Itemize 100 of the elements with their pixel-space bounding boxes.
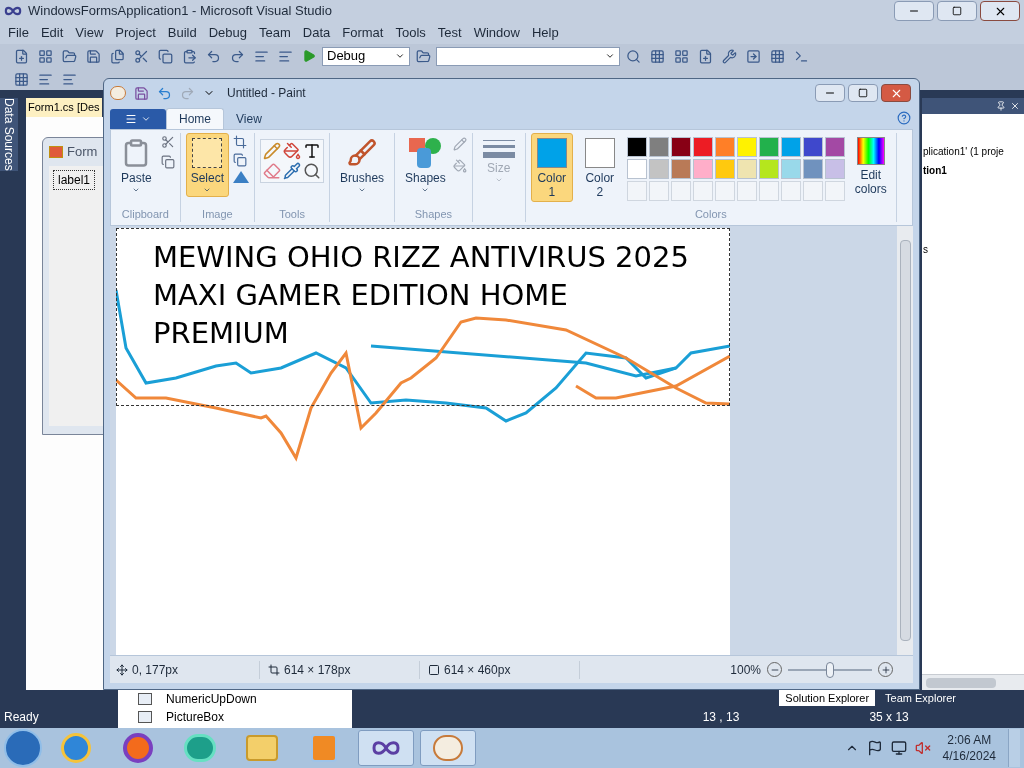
panel-tab[interactable]: Solution Explorer: [779, 690, 876, 706]
color-slot-button[interactable]: Color 2: [578, 133, 621, 202]
fill-bucket-icon: [283, 142, 302, 160]
tree-item: s: [923, 243, 929, 257]
palette-swatch[interactable]: [736, 159, 757, 179]
zoom-level: 100%: [730, 661, 761, 679]
close-button[interactable]: [980, 1, 1020, 21]
shapes-button[interactable]: Shapes: [400, 133, 451, 197]
control-icon: [138, 693, 152, 705]
palette-swatch[interactable]: [714, 137, 735, 157]
tree-item: tion1: [923, 164, 948, 178]
palette-swatch[interactable]: [758, 137, 779, 157]
menu-item[interactable]: Edit: [34, 23, 70, 43]
magnifier-icon: [303, 162, 322, 180]
palette-swatch[interactable]: [802, 159, 823, 179]
panel-tab[interactable]: Team Explorer: [879, 690, 962, 706]
shapes-icon: [409, 138, 442, 168]
menu-item[interactable]: Test: [431, 23, 468, 43]
configuration-dropdown[interactable]: Debug: [322, 46, 410, 66]
taskbar-app-button[interactable]: [358, 730, 414, 766]
palette-swatch[interactable]: [648, 137, 669, 157]
canvas-text: MEWING OHIO RIZZ ANTIVIRUS 2025: [153, 239, 689, 276]
menu-icon: [125, 113, 137, 125]
maximize-button[interactable]: [937, 1, 977, 21]
start-button[interactable]: [4, 729, 42, 767]
pin-icon: [996, 101, 1006, 111]
app-menu-button[interactable]: [110, 109, 166, 129]
menu-item[interactable]: View: [69, 23, 110, 43]
copy-icon: [160, 155, 175, 169]
side-tab[interactable]: Data Sources: [0, 98, 18, 171]
form-icon: [49, 146, 63, 158]
palette-swatch[interactable]: [670, 159, 691, 179]
palette-swatch[interactable]: [692, 159, 713, 179]
window-title: Untitled - Paint: [227, 85, 306, 102]
menu-item[interactable]: File: [2, 23, 35, 43]
clipboard-button[interactable]: Paste: [116, 133, 157, 197]
minimize-button[interactable]: [815, 84, 845, 102]
maximize-icon: [858, 88, 868, 98]
menu-item[interactable]: Team: [253, 23, 297, 43]
network-icon: [890, 740, 907, 756]
menu-item[interactable]: Tools: [389, 23, 432, 43]
clock: 2:06 AM 4/16/2024: [941, 732, 997, 764]
group-label: Clipboard: [121, 207, 169, 222]
menu-item[interactable]: Debug: [202, 23, 253, 43]
menu-item[interactable]: Format: [336, 23, 390, 43]
palette-swatch[interactable]: [670, 137, 691, 157]
maximize-button[interactable]: [848, 84, 878, 102]
text-icon: [303, 142, 322, 160]
canvas-text: MAXI GAMER EDITION HOME: [153, 277, 568, 314]
palette-swatch[interactable]: [626, 137, 647, 157]
group-label: Shapes: [414, 207, 453, 222]
palette-swatch[interactable]: [802, 137, 823, 157]
menu-item[interactable]: Data: [296, 23, 337, 43]
palette-swatch[interactable]: [626, 159, 647, 179]
menu-item[interactable]: Project: [109, 23, 162, 43]
color-picker-icon: [283, 162, 302, 180]
brushes-button[interactable]: Brushes: [335, 133, 390, 197]
control-icon: [138, 711, 152, 723]
palette-swatch[interactable]: [780, 137, 801, 157]
brush-icon: [347, 138, 378, 168]
palette-swatch[interactable]: [648, 159, 669, 179]
line-widths-icon: [482, 138, 515, 158]
toolbox-item: NumericUpDown: [166, 691, 257, 708]
palette-swatch[interactable]: [780, 159, 801, 179]
infinity-icon: [371, 740, 401, 756]
edit-colors-button[interactable]: Edit colors: [850, 133, 891, 196]
pencil-icon: [263, 142, 282, 160]
palette-swatch[interactable]: [736, 137, 757, 157]
selection-size: 614 × 178px: [284, 661, 351, 679]
menu-item[interactable]: Build: [161, 23, 203, 43]
color-slot-button[interactable]: Color 1: [530, 133, 573, 202]
menu-item[interactable]: Help: [525, 23, 565, 43]
palette-swatch[interactable]: [824, 159, 845, 179]
label-control: label1: [53, 170, 96, 190]
undo-icon: [157, 85, 172, 101]
image-button[interactable]: Select: [185, 133, 230, 197]
palette-swatch[interactable]: [824, 137, 845, 157]
size-text: 35 x 13: [869, 709, 909, 726]
platform-dropdown[interactable]: [436, 46, 620, 66]
document-tab[interactable]: Form1.cs [Des: [26, 98, 102, 117]
group-label: Tools: [279, 207, 305, 222]
palette-swatch[interactable]: [714, 159, 735, 179]
ribbon-tab[interactable]: Home: [166, 108, 224, 129]
fill-icon: [452, 159, 467, 173]
zoom-slider-thumb[interactable]: [826, 661, 834, 678]
ribbon-tab[interactable]: View: [224, 108, 274, 129]
palette-swatch[interactable]: [692, 137, 713, 157]
cursor-position: 0, 177px: [132, 661, 179, 679]
form-title: Form: [67, 143, 98, 162]
crop-icon: [233, 135, 248, 149]
cursor-position-icon: [116, 663, 128, 676]
maximize-icon: [952, 6, 962, 16]
palette-swatch[interactable]: [758, 159, 779, 179]
window-title: WindowsFormsApplication1 - Microsoft Visual Studio: [28, 2, 332, 21]
taskbar-app-button[interactable]: [420, 730, 476, 766]
close-button[interactable]: [881, 84, 911, 102]
status-text: Ready: [4, 709, 39, 726]
canvas-text: PREMIUM: [153, 315, 289, 352]
menu-item[interactable]: Window: [467, 23, 526, 43]
resize-icon: [233, 153, 248, 167]
